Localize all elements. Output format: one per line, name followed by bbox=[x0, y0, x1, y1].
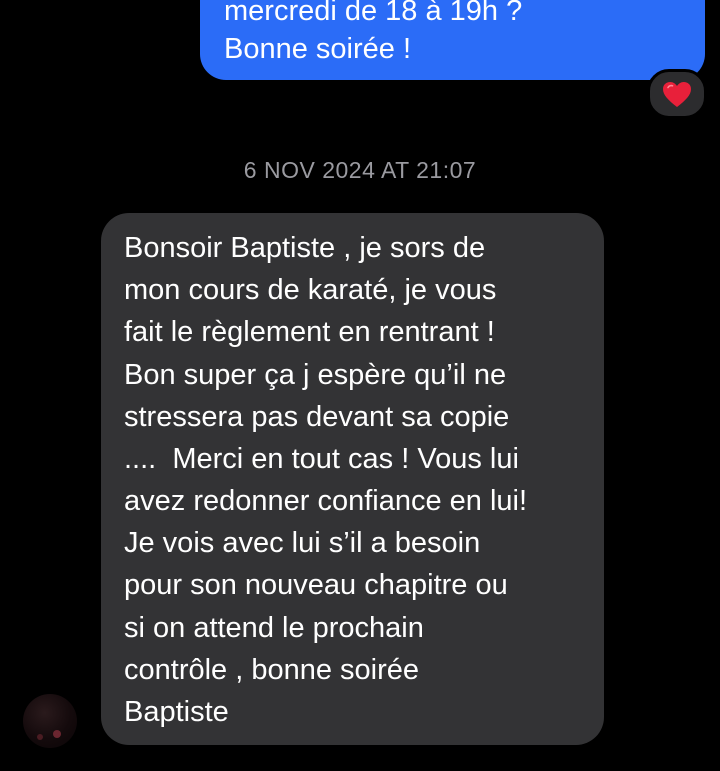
received-message-line: Je vois avec lui s’il a besoin bbox=[124, 527, 481, 559]
received-message-bubble[interactable]: Bonsoir Baptiste , je sors de mon cours … bbox=[101, 213, 604, 745]
message-timestamp: 6 NOV 2024 AT 21:07 bbox=[243, 157, 477, 183]
received-message-line: pour son nouveau chapitre ou bbox=[124, 569, 508, 601]
received-message-line: contrôle , bonne soirée bbox=[124, 654, 420, 686]
sent-message-line: mercredi de 18 à 19h ? bbox=[224, 0, 523, 27]
heart-reaction[interactable] bbox=[647, 69, 707, 119]
avatar-detail bbox=[37, 734, 43, 740]
contact-avatar[interactable] bbox=[23, 694, 77, 748]
red-heart-icon bbox=[663, 81, 691, 107]
received-message-line: Bon super ça j espère qu’il ne bbox=[124, 359, 507, 391]
received-message-line: Baptiste bbox=[124, 696, 229, 728]
received-message-line: Bonsoir Baptiste , je sors de bbox=[124, 232, 486, 264]
received-message-line: mon cours de karaté, je vous bbox=[124, 274, 497, 306]
received-message-line: .... Merci en tout cas ! Vous lui bbox=[124, 443, 519, 475]
received-message-line: fait le règlement en rentrant ! bbox=[124, 316, 495, 348]
received-message-line: si on attend le prochain bbox=[124, 612, 424, 644]
sent-message-line: Bonne soirée ! bbox=[224, 33, 412, 65]
received-message-line: avez redonner confiance en lui! bbox=[124, 485, 528, 517]
received-message-line: stressera pas devant sa copie bbox=[124, 401, 510, 433]
avatar-detail bbox=[53, 730, 61, 738]
sent-message-bubble[interactable]: mercredi de 18 à 19h ? Bonne soirée ! bbox=[200, 0, 705, 80]
